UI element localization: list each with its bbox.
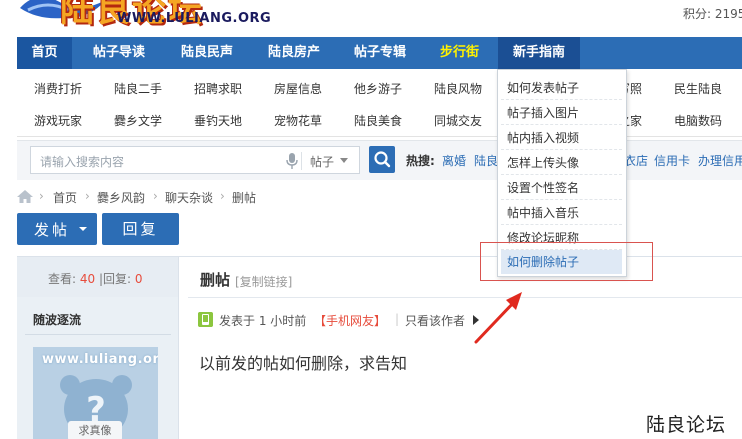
sub-nav-item[interactable]: 电脑数码: [674, 112, 722, 129]
main-nav: 首页 帖子导读 陆良民声 陆良房产 帖子专辑 步行街 新手指南: [17, 37, 742, 69]
search-type-select[interactable]: 帖子: [310, 153, 334, 170]
search-button[interactable]: [369, 146, 395, 173]
post-body: 以前发的帖如何删除，求告知: [199, 354, 408, 373]
avatar-caption: 求真像: [68, 421, 122, 439]
avatar[interactable]: www.luliang.org ? 求真像: [33, 347, 158, 439]
view-count: 40: [79, 272, 96, 286]
chevron-down-icon: [79, 227, 87, 231]
sub-nav-item[interactable]: 他乡游子: [354, 80, 402, 97]
hot-search-label: 热搜:: [406, 154, 435, 168]
sub-nav-item[interactable]: 爨乡文学: [114, 112, 162, 129]
sub-nav: 消费打折 陆良二手 招聘求职 房屋信息 他乡游子 陆良风物 摄影写照 民生陆良 …: [17, 69, 742, 137]
site-logo[interactable]: 陆良论坛 WWW.LULIANG.ORG: [0, 0, 300, 34]
search-input[interactable]: 请输入搜索内容 帖子: [30, 146, 360, 174]
breadcrumb-item-current: 删帖: [232, 191, 257, 205]
views-label: 查看:: [48, 272, 77, 286]
new-post-label: 发帖: [34, 221, 71, 239]
sub-nav-item[interactable]: 房屋信息: [274, 80, 322, 97]
user-points: 积分: 2195: [683, 7, 742, 21]
search-icon: [374, 151, 391, 168]
sub-nav-item[interactable]: 宠物花草: [274, 112, 322, 129]
search-bar: 请输入搜索内容 帖子 热搜: 离婚 陆良 衣店 信用卡 办理信用: [17, 140, 742, 180]
annotation-arrow-icon: [474, 292, 522, 344]
new-post-button[interactable]: 发帖: [17, 213, 97, 245]
sub-nav-item[interactable]: 垂钓天地: [194, 112, 242, 129]
dropdown-item[interactable]: 设置个性签名: [501, 176, 622, 200]
hot-search-keyword[interactable]: 衣店: [624, 152, 648, 169]
nav-item-voice[interactable]: 陆良民声: [167, 37, 247, 69]
breadcrumb-item[interactable]: 首页: [53, 189, 77, 206]
home-icon[interactable]: [17, 190, 33, 203]
dropdown-item[interactable]: 如何发表帖子: [501, 76, 622, 100]
sub-nav-item[interactable]: 同城交友: [434, 112, 482, 129]
hot-search-keyword[interactable]: 陆良: [474, 152, 498, 169]
chevron-down-icon[interactable]: [340, 158, 348, 163]
hot-search-keyword[interactable]: 信用卡: [654, 152, 690, 169]
annotation-highlight-box: [480, 242, 653, 281]
post-stats-text: 查看: 40 |回复: 0: [48, 270, 143, 287]
sub-nav-item[interactable]: 陆良二手: [114, 80, 162, 97]
search-placeholder: 请输入搜索内容: [40, 155, 125, 169]
nav-item-newbie-guide[interactable]: 新手指南: [498, 37, 580, 69]
sub-nav-item[interactable]: 陆良风物: [434, 80, 482, 97]
breadcrumb-item[interactable]: 爨乡风韵: [97, 189, 145, 206]
nav-item-home[interactable]: 首页: [17, 37, 72, 69]
dropdown-item[interactable]: 帖子插入图片: [501, 101, 622, 125]
hot-search-keyword[interactable]: 离婚: [442, 152, 466, 169]
post-source: 【手机网友】: [314, 314, 387, 328]
post-stats: 查看: 40 |回复: 0: [17, 257, 179, 297]
breadcrumb-separator: ›: [220, 189, 225, 203]
reply-count: 0: [134, 272, 143, 286]
avatar-site-text: www.luliang.org: [42, 352, 158, 367]
breadcrumb-separator: ›: [153, 189, 158, 203]
sub-nav-item[interactable]: 民生陆良: [674, 80, 722, 97]
breadcrumb-separator: ›: [85, 189, 90, 203]
post-divider: [188, 297, 742, 298]
replies-label: 回复:: [103, 272, 132, 286]
breadcrumb-separator: ›: [39, 189, 44, 203]
sub-nav-item[interactable]: 陆良美食: [354, 112, 402, 129]
author-divider: [25, 334, 171, 335]
sub-nav-item[interactable]: 游戏玩家: [34, 112, 82, 129]
nav-item-walking-street[interactable]: 步行街: [427, 37, 492, 69]
post-title: 删帖: [200, 271, 231, 289]
search-divider: [301, 152, 302, 170]
microphone-icon[interactable]: [286, 153, 298, 169]
post-time: 发表于 1 小时前: [219, 314, 307, 328]
dropdown-item[interactable]: 帖内插入视频: [501, 126, 622, 150]
dropdown-item[interactable]: 怎样上传头像: [501, 151, 622, 175]
copy-link[interactable]: [复制链接]: [235, 273, 292, 290]
sub-nav-item[interactable]: 招聘求职: [194, 80, 242, 97]
mobile-icon: [198, 312, 213, 327]
sub-nav-item[interactable]: 消费打折: [34, 80, 82, 97]
post-container: 查看: 40 |回复: 0 随波逐流 www.luliang.org ? 求真像…: [17, 256, 742, 439]
hot-search-keyword[interactable]: 办理信用: [698, 152, 742, 169]
nav-item-albums[interactable]: 帖子专辑: [340, 37, 420, 69]
watermark: 陆良论坛: [646, 414, 727, 436]
logo-url: WWW.LULIANG.ORG: [117, 11, 272, 26]
nav-item-property[interactable]: 陆良房产: [254, 37, 334, 69]
meta-separator: |: [395, 312, 400, 326]
author-panel: 随波逐流 www.luliang.org ? 求真像: [17, 297, 179, 439]
breadcrumb-item[interactable]: 聊天杂谈: [165, 189, 213, 206]
only-author-link[interactable]: 只看该作者: [405, 312, 465, 329]
dropdown-item[interactable]: 帖中插入音乐: [501, 201, 622, 225]
reply-button[interactable]: 回复: [102, 213, 179, 245]
nav-item-guide[interactable]: 帖子导读: [79, 37, 159, 69]
author-name[interactable]: 随波逐流: [33, 311, 81, 328]
